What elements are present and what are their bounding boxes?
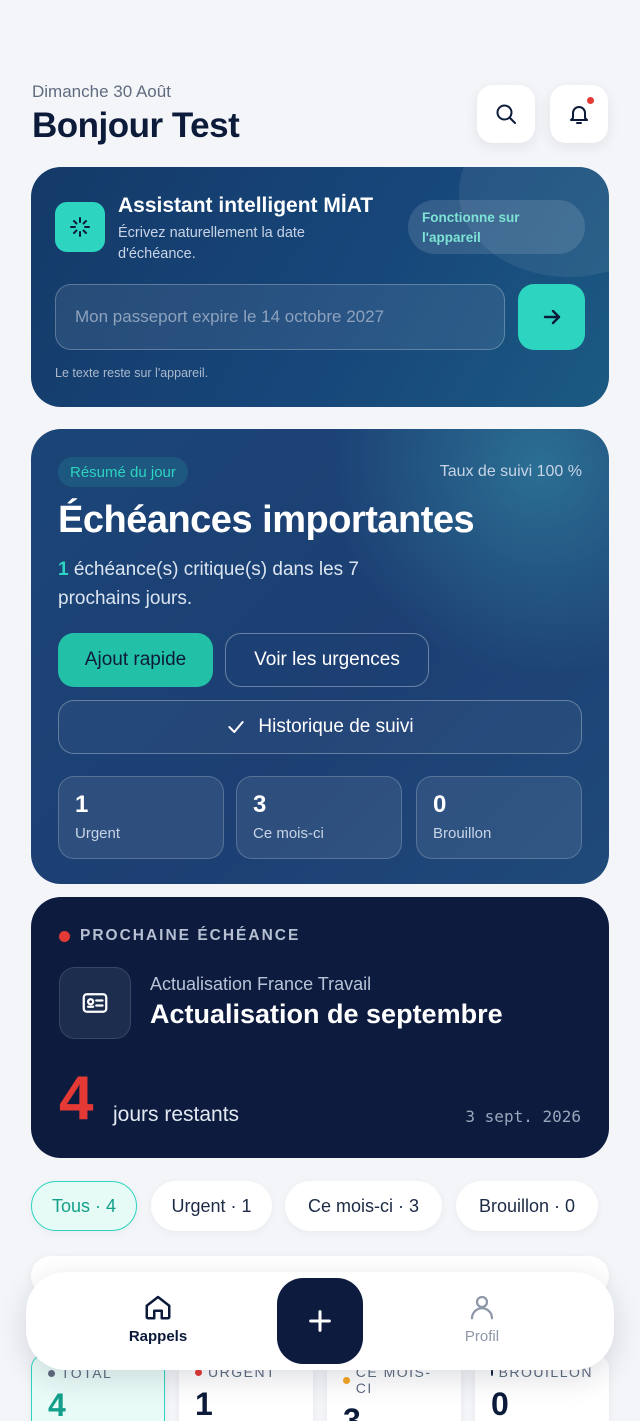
summary-title: Échéances importantes [58,499,475,541]
assistant-note: Le texte reste sur l'appareil. [55,366,209,380]
urgent-dot [59,930,70,942]
next-deadline-category: Actualisation France Travail [150,974,372,994]
summary-tag: Résumé du jour [58,457,188,487]
next-deadline-title: Actualisation de septembre [150,999,503,1029]
history-button[interactable]: Historique de suivi [58,700,582,754]
filter-this-month[interactable]: Ce mois-ci · 3 [285,1181,442,1231]
sparkle-icon [55,202,105,252]
days-remaining-count: 4 [59,1064,94,1133]
user-icon [470,1295,494,1320]
days-remaining-label: jours restants [113,1103,240,1126]
stat-draft[interactable]: 0 Brouillon [416,776,582,859]
quick-add-button[interactable]: Ajout rapide [58,633,213,687]
add-reminder-button[interactable] [277,1278,363,1364]
search-button[interactable] [477,85,535,143]
home-icon [145,1295,171,1320]
assistant-card: Assistant intelligent MİAT Écrivez natur… [31,167,609,407]
tracking-rate: Taux de suivi 100 % [439,463,582,480]
summary-card: Résumé du jour Taux de suivi 100 % Échéa… [31,429,609,884]
next-deadline-card[interactable]: PROCHAINE ÉCHÉANCE Actualisation France … [31,897,609,1158]
next-deadline-date: 3 sept. 2026 [465,1107,581,1126]
filter-draft[interactable]: Brouillon · 0 [456,1181,598,1231]
nav-reminders[interactable]: Rappels [98,1292,218,1345]
bottom-nav: Rappels Profil [26,1272,614,1370]
plus-icon [309,1310,331,1332]
critical-count: 1 [58,559,69,580]
see-urgent-button[interactable]: Voir les urgences [225,633,429,687]
id-card-icon [59,967,131,1039]
notifications-button[interactable] [550,85,608,143]
filter-urgent[interactable]: Urgent · 1 [151,1181,272,1231]
assistant-input[interactable]: Mon passeport expire le 14 octobre 2027 [55,284,505,350]
summary-description: 1 échéance(s) critique(s) dans les 7 pro… [58,559,359,609]
send-button[interactable] [518,284,585,350]
assistant-subtitle: Écrivez naturellement la date d'échéance… [118,225,305,262]
arrow-right-icon [543,309,560,325]
filter-chips: Tous · 4 Urgent · 1 Ce mois-ci · 3 Broui… [31,1181,640,1231]
notification-dot [587,97,594,104]
assistant-title: Assistant intelligent MİAT [118,194,374,217]
on-device-badge: Fonctionne sur l'appareil [408,200,585,254]
check-icon [228,721,245,733]
next-deadline-label: PROCHAINE ÉCHÉANCE [59,927,300,945]
bell-icon [570,106,588,124]
nav-profile[interactable]: Profil [422,1292,542,1345]
stat-urgent[interactable]: 1 Urgent [58,776,224,859]
search-icon [496,104,516,124]
stat-this-month[interactable]: 3 Ce mois-ci [236,776,402,859]
header: Dimanche 30 Août Bonjour Test [32,82,608,146]
filter-all[interactable]: Tous · 4 [31,1181,137,1231]
